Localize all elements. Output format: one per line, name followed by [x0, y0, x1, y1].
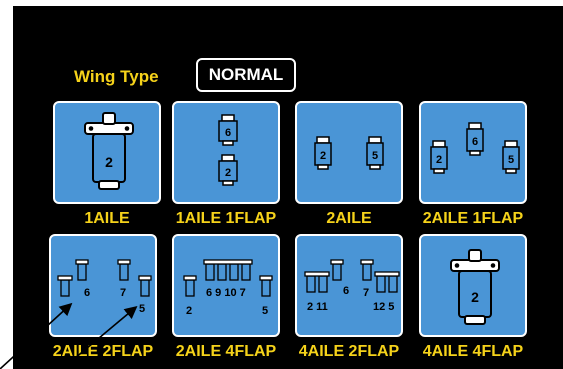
tile-2aile-4flap[interactable]: 6 9 10 7 2 5: [172, 234, 280, 337]
tile-label: 4AILE 4FLAP: [422, 343, 524, 360]
servo-channel: 6: [472, 136, 478, 148]
servo-channel: 5: [372, 150, 378, 162]
tile-label: 2AILE 1FLAP: [422, 210, 524, 227]
servo-icon: 6 9 10 7 2 5: [183, 259, 273, 317]
servo-icon: 6 2: [218, 114, 238, 186]
tile-label: 2AILE 2FLAP: [52, 343, 154, 360]
wing-type-label: Wing Type: [74, 67, 159, 86]
servo-channel: 7: [120, 287, 126, 299]
wing-type-mode-button[interactable]: NORMAL: [196, 58, 296, 92]
servo-channel: 2: [225, 167, 231, 179]
tile-2aile-1flap[interactable]: 2 6 5: [419, 101, 527, 204]
tile-label: 4AILE 2FLAP: [298, 343, 400, 360]
servo-icon: 2: [84, 112, 134, 190]
servo-channel: 2: [471, 289, 479, 305]
tile-2aile[interactable]: 2 5: [295, 101, 403, 204]
servo-channel: 7: [363, 287, 369, 299]
servo-channel: 6: [343, 285, 349, 297]
servo-icon: 2 6 5: [430, 122, 520, 174]
tile-label: 1AILE: [84, 210, 130, 227]
servo-icon: 2: [450, 249, 500, 325]
tile-1aile[interactable]: 2: [53, 101, 161, 204]
tile-2aile-2flap[interactable]: 6 7 5: [49, 234, 157, 337]
servo-channel: 5: [508, 154, 514, 166]
servo-channel: 5: [262, 305, 268, 317]
tile-label: 1AILE 1FLAP: [175, 210, 277, 227]
servo-channel: 2: [186, 305, 192, 317]
tile-1aile-1flap[interactable]: 6 2: [172, 101, 280, 204]
servo-channel: 6: [84, 287, 90, 299]
servo-icon: 6 2 11 7 12 5: [304, 259, 400, 313]
servo-icon: 6 7 5: [57, 259, 152, 315]
servo-channel: 6 9 10 7: [206, 287, 246, 299]
servo-channel: 2: [105, 154, 113, 170]
servo-channel: 5: [139, 303, 145, 315]
tile-4aile-2flap[interactable]: 6 2 11 7 12 5: [295, 234, 403, 337]
tile-4aile-4flap[interactable]: 2: [419, 234, 527, 337]
tile-label: 2AILE: [326, 210, 372, 227]
servo-channel: 2: [320, 150, 326, 162]
servo-channel: 12 5: [373, 301, 394, 313]
servo-channel: 2: [436, 154, 442, 166]
servo-channel: 6: [225, 127, 231, 139]
tile-label: 2AILE 4FLAP: [175, 343, 277, 360]
servo-channel: 2 11: [307, 301, 328, 313]
servo-icon: 2 5: [314, 136, 384, 170]
